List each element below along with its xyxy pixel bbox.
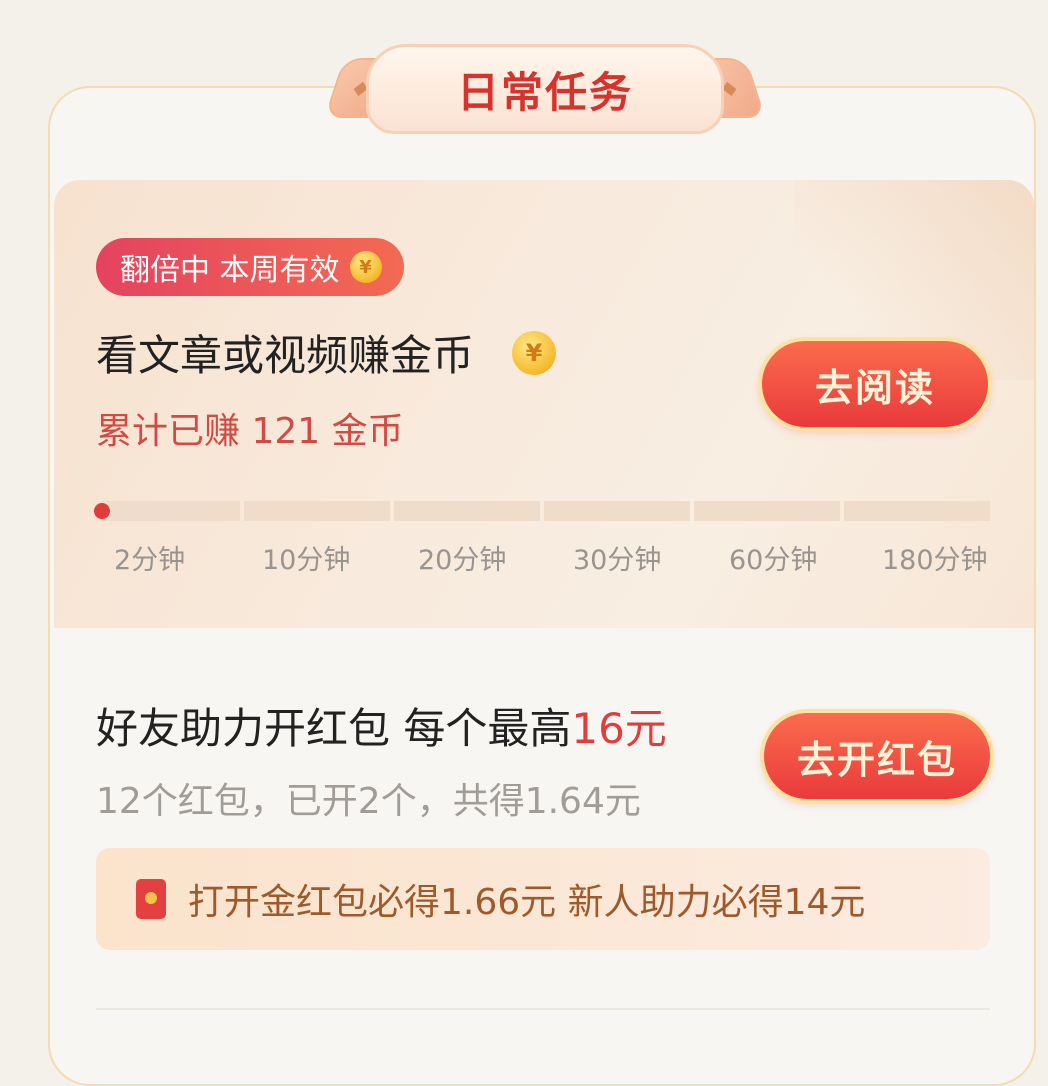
read-task-earned: 累计已赚 121 金币	[96, 411, 404, 452]
red-envelope-icon	[136, 879, 166, 919]
milestone-label: 30分钟	[573, 545, 662, 576]
divider	[96, 1008, 990, 1010]
read-button[interactable]: 去阅读	[762, 341, 988, 427]
milestone-label: 180分钟	[882, 545, 988, 576]
badge-label: 翻倍中 本周有效	[120, 253, 340, 288]
title-plate: 日常任务	[366, 44, 724, 134]
redpacket-task-subtitle: 12个红包，已开2个，共得1.64元	[96, 781, 641, 822]
redpacket-max-amount: 16元	[571, 704, 667, 753]
milestone-label: 20分钟	[418, 545, 507, 576]
open-redpacket-button[interactable]: 去开红包	[764, 713, 990, 799]
section-title: 日常任务	[456, 67, 633, 117]
coin-icon: ¥	[349, 251, 382, 283]
milestone-label: 2分钟	[114, 545, 186, 576]
milestone-label: 10分钟	[262, 545, 351, 576]
double-reward-badge: 翻倍中 本周有效 ¥	[96, 238, 404, 296]
read-task-title-row: 看文章或视频赚金币 ¥	[96, 322, 557, 383]
read-task-title: 看文章或视频赚金币	[96, 331, 475, 380]
redpacket-notice-text: 打开金红包必得1.66元 新人助力必得14元	[188, 882, 866, 923]
coin-icon: ¥	[512, 330, 557, 375]
read-progress-bar	[94, 501, 990, 521]
redpacket-task-title: 好友助力开红包 每个最高16元	[96, 695, 667, 756]
milestone-label: 60分钟	[729, 545, 818, 576]
redpacket-title-text: 好友助力开红包 每个最高	[96, 704, 572, 753]
progress-milestones: 2分钟 10分钟 20分钟 30分钟 60分钟 180分钟	[0, 538, 1048, 582]
redpacket-notice[interactable]: 打开金红包必得1.66元 新人助力必得14元	[96, 848, 990, 950]
section-title-tab: 日常任务	[324, 44, 766, 134]
read-progress-fill	[94, 503, 110, 519]
